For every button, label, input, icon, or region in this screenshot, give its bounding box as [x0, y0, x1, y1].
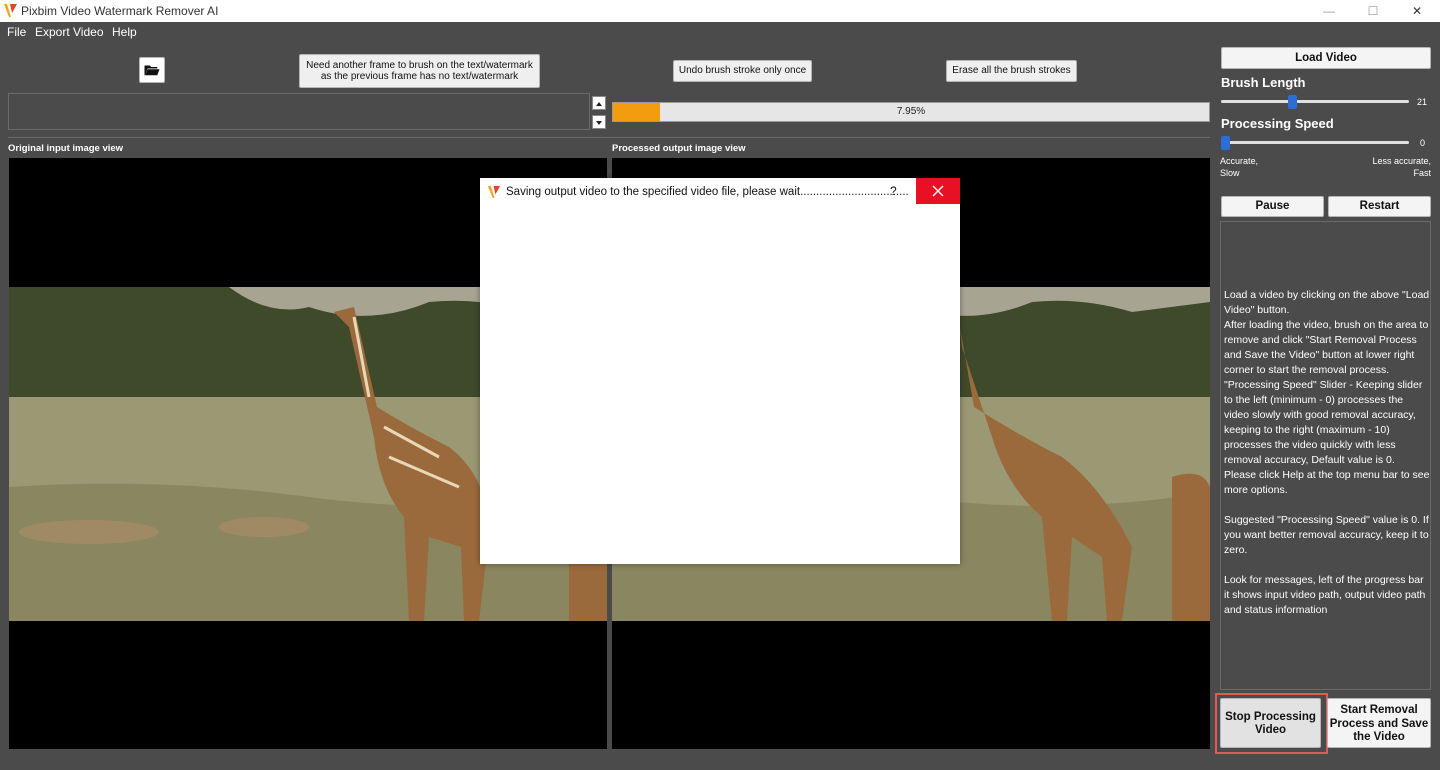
accurate-slow-note: Accurate, Slow: [1220, 156, 1259, 178]
processing-speed-thumb[interactable]: [1221, 136, 1230, 150]
brush-length-label: Brush Length: [1221, 75, 1306, 90]
title-bar: Pixbim Video Watermark Remover AI — ☐ ✕: [0, 0, 1440, 22]
start-removal-label: Start Removal Process and Save the Video: [1329, 704, 1429, 743]
app-logo-icon: [4, 4, 17, 17]
close-window-button[interactable]: ✕: [1394, 0, 1440, 22]
erase-brush-strokes-button[interactable]: Erase all the brush strokes: [946, 60, 1077, 82]
original-view-label: Original input image view: [8, 143, 124, 154]
progress-percent: 7.95%: [896, 106, 926, 117]
divider: [8, 137, 1210, 138]
status-message-box: [8, 93, 590, 130]
brush-length-slider[interactable]: [1221, 100, 1409, 103]
minimize-button[interactable]: —: [1306, 0, 1352, 22]
processing-speed-slider[interactable]: [1221, 141, 1409, 144]
start-removal-button[interactable]: Start Removal Process and Save the Video: [1327, 698, 1431, 748]
less-accurate-fast-note: Less accurate, Fast: [1372, 156, 1431, 178]
help-panel: Load a video by clicking on the above "L…: [1220, 221, 1431, 690]
menu-bar: File Export Video Help: [0, 22, 1440, 42]
app-logo-icon: [488, 185, 501, 199]
progress-bar: 7.95%: [612, 102, 1210, 122]
maximize-button[interactable]: ☐: [1350, 0, 1396, 22]
open-folder-button[interactable]: [139, 57, 165, 83]
saving-dialog: Saving output video to the specified vid…: [480, 178, 960, 564]
processed-view-label: Processed output image view: [612, 143, 746, 154]
scroll-up-button[interactable]: [592, 96, 606, 110]
pause-button[interactable]: Pause: [1221, 196, 1324, 217]
help-text: Load a video by clicking on the above "L…: [1224, 289, 1430, 616]
dialog-help-button[interactable]: ?: [890, 184, 897, 198]
processing-speed-label: Processing Speed: [1221, 116, 1334, 131]
processing-speed-value: 0: [1420, 138, 1426, 148]
need-another-frame-line1: Need another frame to brush on the text/…: [306, 60, 533, 71]
dialog-title: Saving output video to the specified vid…: [506, 186, 909, 198]
stop-processing-button[interactable]: Stop Processing Video: [1220, 698, 1321, 748]
arrow-down-icon: [596, 121, 602, 125]
menu-file[interactable]: File: [7, 25, 26, 39]
load-video-button[interactable]: Load Video: [1221, 47, 1431, 69]
folder-open-icon: [144, 65, 160, 76]
close-icon: [932, 185, 944, 197]
menu-export-video[interactable]: Export Video: [35, 25, 104, 39]
undo-brush-stroke-button[interactable]: Undo brush stroke only once: [673, 60, 812, 82]
window-title: Pixbim Video Watermark Remover AI: [21, 4, 219, 18]
stop-processing-label: Stop Processing Video: [1225, 711, 1316, 736]
brush-length-value: 21: [1417, 97, 1428, 107]
menu-help[interactable]: Help: [112, 25, 137, 39]
scroll-down-button[interactable]: [592, 115, 606, 129]
need-another-frame-button[interactable]: Need another frame to brush on the text/…: [299, 54, 540, 88]
dialog-close-button[interactable]: [916, 178, 960, 204]
arrow-up-icon: [596, 102, 602, 106]
brush-length-thumb[interactable]: [1288, 95, 1298, 109]
restart-button[interactable]: Restart: [1328, 196, 1431, 217]
need-another-frame-line2: as the previous frame has no text/waterm…: [320, 71, 519, 82]
